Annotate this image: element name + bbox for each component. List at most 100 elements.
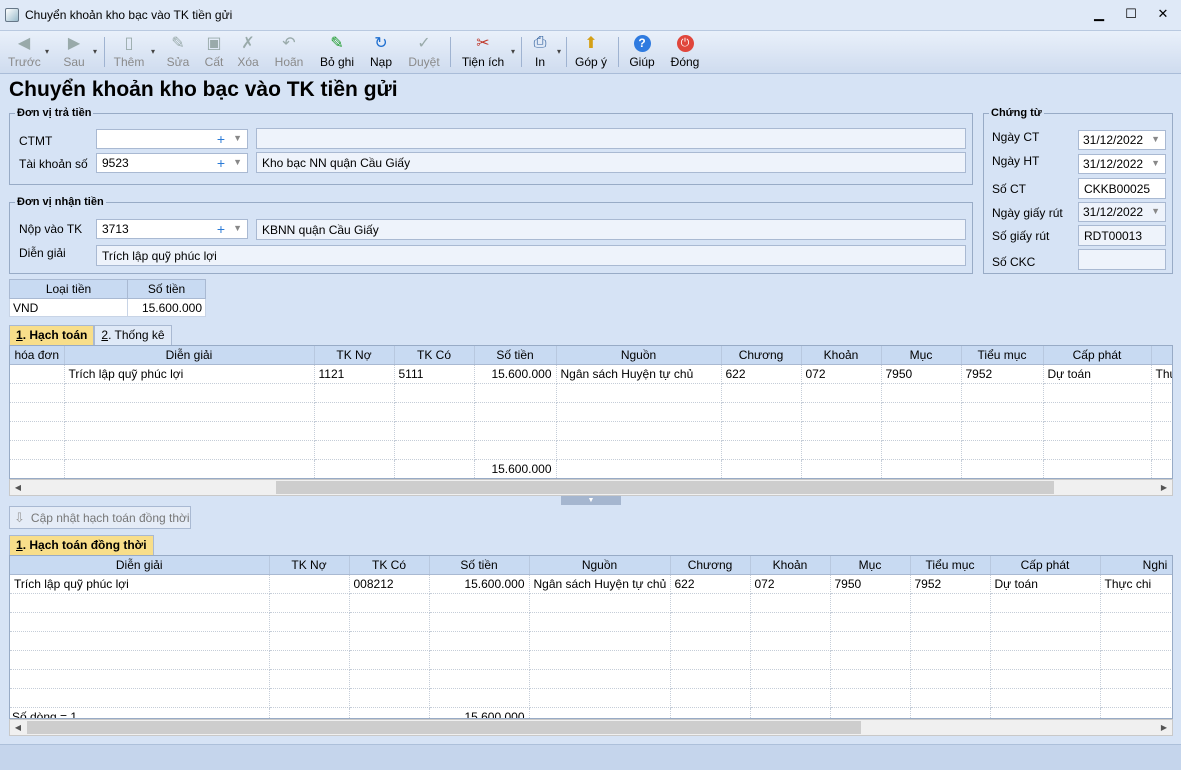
chevron-down-icon[interactable]: ▾: [511, 47, 515, 56]
cell[interactable]: Ngân sách Huyện tự chủ: [529, 574, 671, 594]
approve-button[interactable]: ✓ Duyệt: [406, 33, 442, 73]
cell[interactable]: 7950: [830, 574, 911, 594]
horizontal-scrollbar[interactable]: ◀ ▶: [9, 479, 1173, 496]
cell[interactable]: Thực chi: [1100, 574, 1172, 594]
currency-amount-cell[interactable]: 15.600.000: [127, 298, 206, 317]
col-description[interactable]: Diễn giải: [64, 346, 315, 365]
col-section[interactable]: Khoản: [750, 556, 831, 575]
cell[interactable]: 15.600.000: [474, 364, 557, 384]
col-debit[interactable]: TK Nợ: [314, 346, 395, 365]
add-button[interactable]: ▯ Thêm ▾: [112, 33, 155, 73]
horizontal-scrollbar[interactable]: ◀ ▶: [9, 719, 1173, 736]
col-chapter[interactable]: Chương: [721, 346, 802, 365]
ctmt-combo[interactable]: + ▼: [96, 129, 248, 149]
cell[interactable]: 072: [801, 364, 882, 384]
col-amount[interactable]: Số tiền: [429, 556, 530, 575]
empty-row[interactable]: [10, 593, 1172, 613]
col-amount[interactable]: Số tiền: [474, 346, 557, 365]
update-concurrent-button[interactable]: ⇩ Cập nhật hạch toán đồng thời: [9, 506, 191, 529]
empty-row[interactable]: [10, 669, 1172, 689]
empty-row[interactable]: [10, 650, 1172, 670]
empty-row[interactable]: [10, 631, 1172, 651]
col-debit[interactable]: TK Nợ: [269, 556, 350, 575]
minimize-button[interactable]: ▁: [1091, 6, 1107, 22]
scroll-left-icon[interactable]: ◀: [10, 480, 26, 495]
chevron-down-icon[interactable]: ▾: [93, 47, 97, 56]
col-more[interactable]: N: [1151, 346, 1172, 365]
cell[interactable]: Ngân sách Huyện tự chủ: [556, 364, 722, 384]
cell[interactable]: 7950: [881, 364, 962, 384]
post-date-picker[interactable]: 31/12/2022 ▼: [1078, 154, 1166, 174]
scroll-right-icon[interactable]: ▶: [1156, 480, 1172, 495]
col-subitem[interactable]: Tiểu mục: [961, 346, 1044, 365]
cell[interactable]: 15.600.000: [429, 574, 530, 594]
col-more[interactable]: Nghi: [1100, 556, 1172, 575]
reload-button[interactable]: ↻ Nạp: [366, 33, 396, 73]
chevron-down-icon[interactable]: ▾: [45, 47, 49, 56]
tab-hach-toan[interactable]: 1. Hạch toán: [9, 325, 95, 346]
empty-row[interactable]: [10, 612, 1172, 632]
empty-row[interactable]: [10, 440, 1172, 460]
empty-row[interactable]: [10, 402, 1172, 422]
maximize-button[interactable]: ☐: [1123, 6, 1139, 22]
empty-row[interactable]: [10, 383, 1172, 403]
col-allocation[interactable]: Cấp phát: [1043, 346, 1152, 365]
undo-button[interactable]: ↶ Hoãn: [272, 33, 306, 73]
account-combo[interactable]: 9523 + ▼: [96, 153, 248, 173]
col-allocation[interactable]: Cấp phát: [990, 556, 1101, 575]
cell[interactable]: [10, 364, 65, 384]
scroll-thumb[interactable]: [276, 481, 1054, 494]
plus-icon[interactable]: +: [217, 155, 225, 171]
close-button[interactable]: ✕: [1155, 6, 1171, 22]
cell[interactable]: Dự toán: [1043, 364, 1152, 384]
scroll-right-icon[interactable]: ▶: [1156, 720, 1172, 735]
unpost-button[interactable]: ✎ Bỏ ghi: [318, 33, 356, 73]
col-credit[interactable]: TK Có: [349, 556, 430, 575]
col-description[interactable]: Diễn giải: [10, 556, 270, 575]
col-invoice[interactable]: hóa đơn: [10, 346, 65, 365]
help-button[interactable]: ? Giúp: [628, 33, 656, 73]
scroll-left-icon[interactable]: ◀: [10, 720, 26, 735]
chevron-down-icon[interactable]: ▼: [233, 133, 242, 143]
empty-row[interactable]: [10, 421, 1172, 441]
col-source[interactable]: Nguồn: [556, 346, 722, 365]
utilities-button[interactable]: ✂ Tiện ích ▾: [460, 33, 515, 73]
ckc-input[interactable]: [1078, 249, 1166, 270]
col-source[interactable]: Nguồn: [529, 556, 671, 575]
cell[interactable]: 008212: [349, 574, 430, 594]
cell[interactable]: 1121: [314, 364, 395, 384]
cell[interactable]: 622: [670, 574, 751, 594]
plus-icon[interactable]: +: [217, 131, 225, 147]
col-subitem[interactable]: Tiểu mục: [910, 556, 991, 575]
cell[interactable]: [269, 574, 350, 594]
plus-icon[interactable]: +: [217, 221, 225, 237]
cell[interactable]: Thự: [1151, 364, 1172, 384]
withdraw-number-input[interactable]: RDT00013: [1078, 225, 1166, 246]
chevron-down-icon[interactable]: ▼: [1151, 158, 1160, 168]
col-chapter[interactable]: Chương: [670, 556, 751, 575]
chevron-down-icon[interactable]: ▼: [1151, 134, 1160, 144]
feedback-button[interactable]: ⬆ Góp ý: [574, 33, 608, 73]
chevron-down-icon[interactable]: ▼: [233, 157, 242, 167]
table-row[interactable]: Trích lập quỹ phúc lợi 1121 5111 15.600.…: [10, 364, 1172, 384]
delete-button[interactable]: ✗ Xóa: [234, 33, 262, 73]
description-input[interactable]: Trích lập quỹ phúc lợi: [96, 245, 966, 266]
empty-row[interactable]: [10, 688, 1172, 708]
print-button[interactable]: ⎙ In ▾: [528, 33, 561, 73]
cell[interactable]: 7952: [910, 574, 991, 594]
chevron-down-icon[interactable]: ▼: [1151, 206, 1160, 216]
table-row[interactable]: Trích lập quỹ phúc lợi 008212 15.600.000…: [10, 574, 1172, 594]
deposit-combo[interactable]: 3713 + ▼: [96, 219, 248, 239]
cell[interactable]: Trích lập quỹ phúc lợi: [10, 574, 270, 594]
cell[interactable]: 072: [750, 574, 831, 594]
save-button[interactable]: ▣ Cất: [200, 33, 228, 73]
voucher-number-input[interactable]: CKKB00025: [1078, 178, 1166, 199]
col-credit[interactable]: TK Có: [394, 346, 475, 365]
chevron-down-icon[interactable]: ▾: [151, 47, 155, 56]
next-button[interactable]: ▶ Sau ▾: [60, 33, 97, 73]
cell[interactable]: 7952: [961, 364, 1044, 384]
chevron-down-icon[interactable]: ▾: [557, 47, 561, 56]
tab-concurrent[interactable]: 1. Hạch toán đồng thời: [9, 535, 154, 556]
cell[interactable]: 622: [721, 364, 802, 384]
col-section[interactable]: Khoản: [801, 346, 882, 365]
